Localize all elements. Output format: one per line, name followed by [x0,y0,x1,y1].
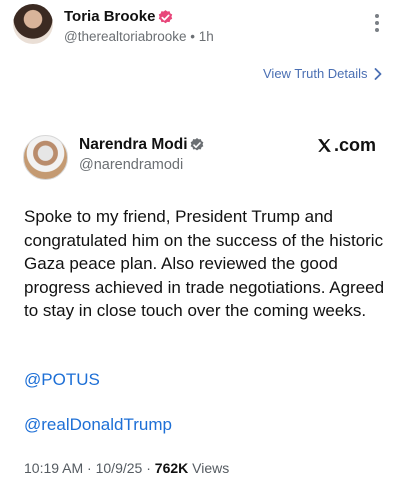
embed-meta: 10:19 AM · 10/9/25 · 762K Views [24,460,229,476]
x-source-label: .com [334,135,377,155]
more-vertical-icon[interactable] [372,14,382,38]
meta-dot: · [142,460,155,476]
mention-link-realdonaldtrump[interactable]: @realDonaldTrump [24,415,172,435]
embed-author-handle[interactable]: @narendramodi [79,157,183,173]
embed-time: 10:19 AM [24,460,84,476]
embed-date: 10/9/25 [95,460,143,476]
embed-author-name[interactable]: Narendra Modi [79,136,188,154]
separator: • [186,29,199,44]
x-source-link[interactable]: .com [316,135,376,156]
meta-dot: · [83,460,96,476]
chevron-right-icon [374,67,381,80]
embed-post-text: Spoke to my friend, President Trump and … [24,207,385,320]
author-handle[interactable]: @therealtoriabrooke [64,29,187,44]
views-label: Views [188,460,230,476]
views-count: 762K [154,460,189,476]
view-details-link[interactable]: View Truth Details [263,66,382,81]
post-time: 1h [198,29,214,44]
view-details-label: View Truth Details [263,66,368,81]
author-handle-line: @therealtoriabrooke • 1h [64,29,214,44]
author-avatar[interactable] [13,4,53,44]
embed-author-avatar[interactable] [23,135,68,180]
verified-badge-icon [158,10,173,24]
mention-link-potus[interactable]: @POTUS [24,370,100,390]
x-logo-icon [318,139,331,152]
verified-badge-icon [190,138,204,151]
author-name[interactable]: Toria Brooke [64,8,155,25]
